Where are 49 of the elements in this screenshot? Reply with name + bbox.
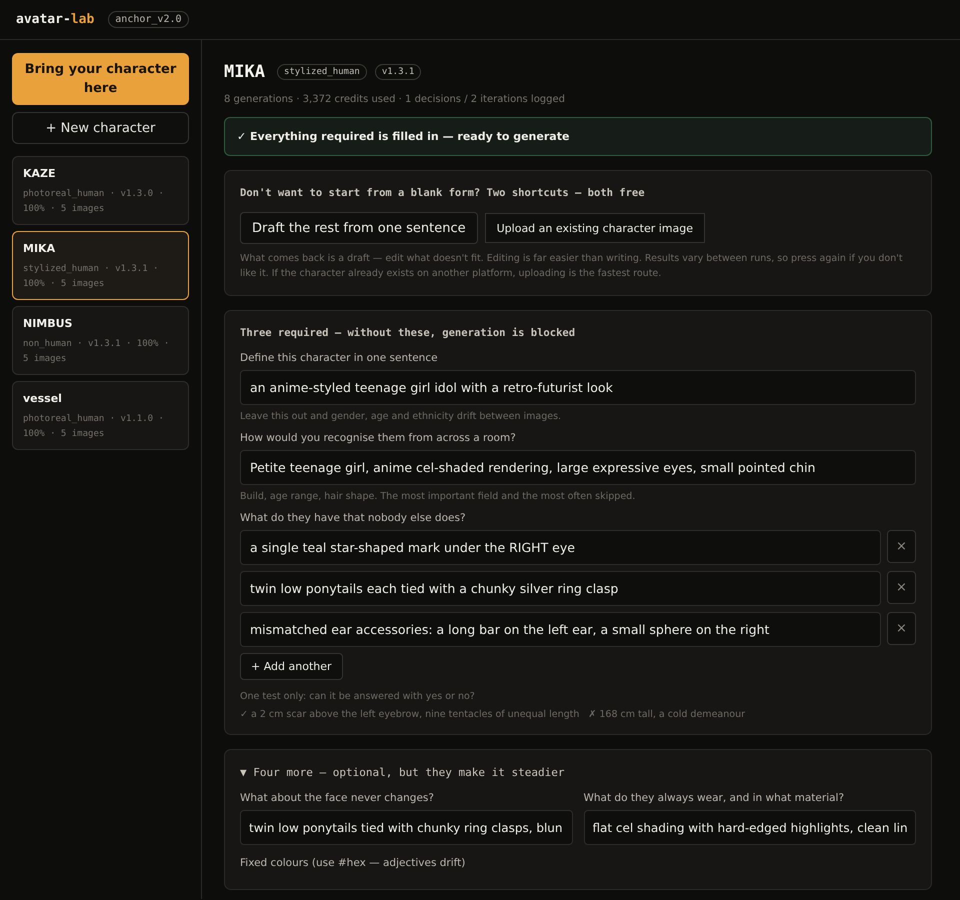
field-label: What do they always wear, and in what material? — [584, 792, 846, 804]
card-heading: Three required — without these, generation is blocked — [240, 327, 576, 339]
input-field[interactable]: mismatched ear accessories: a long bar on the left ear, a small sphere on the right — [240, 612, 881, 647]
character-name: MIKA — [23, 242, 56, 255]
character-card[interactable]: vessel photoreal_human · v1.1.0 · 100% · 5 images — [12, 381, 189, 450]
field-label: Fixed colours (use #hex — adjectives drift) — [240, 857, 466, 869]
stats-text: 8 generations · 3,372 credits used · 1 decisions / 2 iterations logged — [224, 94, 566, 105]
note-text: What comes back is a draft — edit what doesn't fit. Editing is far easier than writing. Results vary between runs, so press again if you don't like it. If the character already exists on another platform, uploading is the fastest route. — [240, 252, 904, 281]
tag: stylized_human — [276, 64, 367, 80]
input-field[interactable]: Petite teenage girl, anime cel-shaded rendering, large expressive eyes, small pointed chin — [240, 450, 916, 485]
input-field[interactable]: flat cel shading with hard-edged highlights, clean lin — [584, 810, 916, 845]
character-title: MIKA — [224, 62, 265, 82]
character-meta: non_human · v1.3.1 · 100% · 5 images — [23, 338, 170, 366]
remove-button[interactable]: × — [887, 612, 916, 645]
add-another-button[interactable]: + Add another — [240, 653, 343, 680]
draft-button[interactable]: Draft the rest from one sentence — [240, 212, 478, 244]
input-field[interactable]: twin low ponytails tied with chunky ring clasps, blun — [240, 810, 572, 845]
input-field[interactable]: a single teal star-shaped mark under the RIGHT eye — [240, 530, 881, 565]
remove-button[interactable]: × — [887, 530, 916, 563]
example-text: ✓ a 2 cm scar above the left eyebrow, nine tentacles of unequal length — [240, 709, 580, 720]
section-toggle[interactable]: ▼ Four more — optional, but they make it steadier — [240, 766, 916, 779]
card-heading: Don't want to start from a blank form? Two shortcuts — both free — [240, 187, 646, 199]
character-card[interactable]: MIKA stylized_human · v1.3.1 · 100% · 5 images — [12, 231, 189, 300]
character-name: KAZE — [23, 167, 57, 180]
hint-text: Leave this out and gender, age and ethnicity drift between images. — [240, 411, 562, 422]
status-banner: ✓ Everything required is filled in — ready to generate — [224, 117, 932, 156]
character-card[interactable]: NIMBUS non_human · v1.3.1 · 100% · 5 images — [12, 306, 189, 375]
version-badge: anchor_v2.0 — [108, 11, 189, 28]
hint-text: Build, age range, hair shape. The most important field and the most often skipped. — [240, 491, 636, 502]
upload-button[interactable]: Upload an existing character image — [484, 213, 705, 243]
new-character-button[interactable]: + New character — [12, 112, 189, 144]
character-meta: photoreal_human · v1.3.0 · 100% · 5 images — [23, 188, 165, 216]
character-name: vessel — [23, 392, 63, 405]
field-label: How would you recognise them from across a room? — [240, 432, 517, 444]
character-meta: photoreal_human · v1.1.0 · 100% · 5 images — [23, 413, 165, 440]
tag: v1.3.1 — [374, 64, 422, 80]
field-label: What about the face never changes? — [240, 792, 435, 804]
character-meta: stylized_human · v1.3.1 · 100% · 5 images — [23, 263, 160, 290]
input-field[interactable]: twin low ponytails each tied with a chunky silver ring clasp — [240, 571, 881, 606]
field-label: Define this character in one sentence — [240, 352, 439, 364]
app-logo: avatar-lab — [16, 12, 94, 27]
field-label: What do they have that nobody else does? — [240, 512, 467, 524]
example-text: ✗ 168 cm tall, a cold demeanour — [588, 709, 745, 720]
character-card[interactable]: KAZE photoreal_human · v1.3.0 · 100% · 5 images — [12, 156, 189, 225]
hint-text: One test only: can it be answered with yes or no? — [240, 690, 476, 704]
input-field[interactable]: an anime-styled teenage girl idol with a retro-futurist look — [240, 370, 916, 405]
primary-button[interactable]: Bring your character here — [12, 53, 189, 105]
character-name: NIMBUS — [23, 317, 74, 330]
remove-button[interactable]: × — [887, 571, 916, 604]
